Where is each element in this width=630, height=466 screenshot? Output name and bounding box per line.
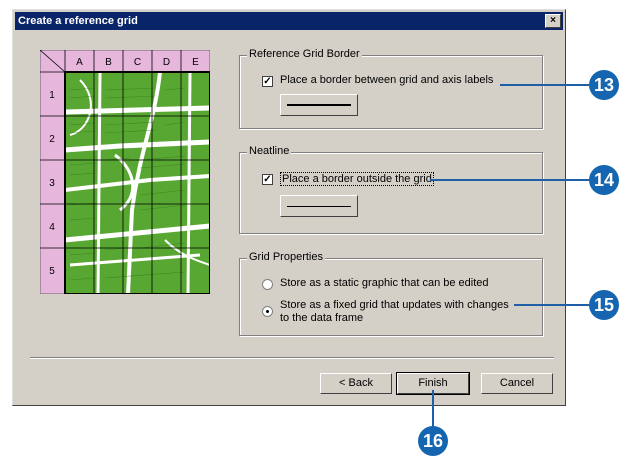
callout-16-badge: 16 — [418, 426, 448, 456]
border-between-grid-checkbox[interactable]: ✓ — [262, 76, 273, 87]
callout-16-line — [432, 390, 434, 428]
col-label-d: D — [163, 57, 170, 68]
border-style-button[interactable] — [280, 94, 358, 116]
neatline-checkbox[interactable]: ✓ — [262, 174, 273, 185]
callout-13-badge: 13 — [589, 70, 619, 100]
row-label-1: 1 — [49, 90, 55, 101]
callout-15-badge: 15 — [589, 290, 619, 320]
back-button[interactable]: < Back — [320, 373, 392, 394]
callout-15-line — [514, 304, 590, 306]
grid-properties-group: Grid Properties Store as a static graphi… — [239, 251, 543, 336]
dialog-titlebar: Create a reference grid × — [15, 12, 563, 30]
close-icon[interactable]: × — [545, 14, 561, 28]
cancel-button[interactable]: Cancel — [481, 373, 553, 394]
dialog-title: Create a reference grid — [18, 15, 138, 27]
callout-13-line — [500, 84, 590, 86]
fixed-grid-radio[interactable] — [262, 306, 273, 317]
row-label-5: 5 — [49, 266, 55, 277]
col-label-c: C — [134, 57, 141, 68]
separator — [30, 357, 554, 359]
static-graphic-label: Store as a static graphic that can be ed… — [280, 277, 489, 289]
border-between-grid-label: Place a border between grid and axis lab… — [280, 74, 494, 86]
fixed-grid-label-line2: to the data frame — [280, 312, 364, 324]
callout-14-line — [430, 179, 590, 181]
row-label-2: 2 — [49, 134, 55, 145]
col-label-b: B — [105, 57, 112, 68]
create-reference-grid-dialog: Create a reference grid × A B C D E 1 2 … — [12, 9, 566, 406]
grid-preview: A B C D E 1 2 3 4 5 — [40, 50, 210, 294]
static-graphic-radio[interactable] — [262, 279, 273, 290]
grid-properties-legend: Grid Properties — [247, 251, 325, 263]
col-label-a: A — [76, 57, 83, 68]
row-label-4: 4 — [49, 222, 55, 233]
fixed-grid-label-line1: Store as a fixed grid that updates with … — [280, 299, 509, 311]
col-label-e: E — [192, 57, 199, 68]
neatline-label: Place a border outside the grid — [280, 172, 434, 186]
neatline-group: Neatline ✓ Place a border outside the gr… — [239, 145, 543, 234]
reference-grid-border-legend: Reference Grid Border — [247, 48, 362, 60]
reference-grid-border-group: Reference Grid Border ✓ Place a border b… — [239, 48, 543, 129]
row-label-3: 3 — [49, 178, 55, 189]
neatline-legend: Neatline — [247, 145, 292, 157]
neatline-style-button[interactable] — [280, 195, 358, 217]
callout-14-badge: 14 — [589, 165, 619, 195]
